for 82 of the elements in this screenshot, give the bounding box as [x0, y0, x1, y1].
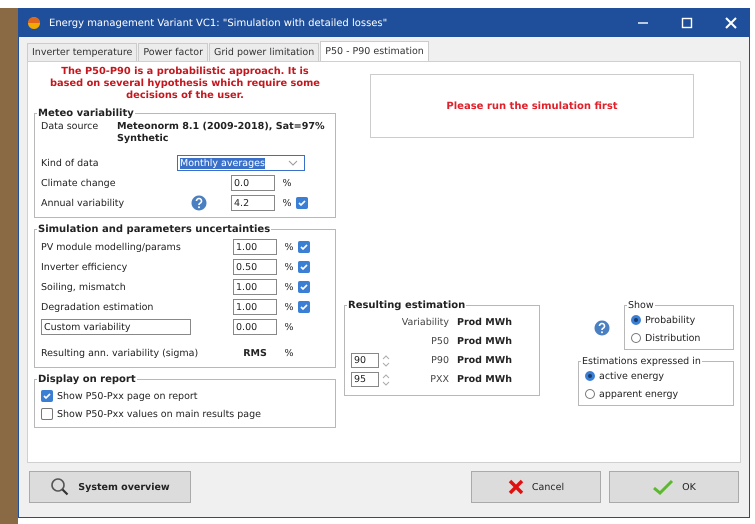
unit-label: %	[283, 302, 295, 312]
group-title: Simulation and parameters uncertainties	[37, 224, 272, 235]
group-title: Display on report	[37, 374, 137, 385]
input-field[interactable]: 1.00	[233, 239, 277, 255]
radio-label: Probability	[645, 314, 696, 326]
radio-button[interactable]	[585, 371, 595, 381]
field-label: Soiling, mismatch	[41, 282, 127, 292]
checkmark-icon	[652, 479, 674, 495]
radio-button[interactable]	[631, 333, 641, 343]
checkbox-label: Show P50-Pxx values on main results page	[57, 408, 261, 420]
spinner-arrows-icon[interactable]	[382, 372, 390, 386]
help-icon[interactable]	[594, 320, 610, 336]
unit-label: %	[283, 242, 295, 252]
tab[interactable]: Power factor	[138, 43, 208, 61]
estimate-value: Prod MWh	[457, 336, 512, 347]
spinner-arrows-icon[interactable]	[382, 354, 390, 368]
field-label: PXX	[429, 374, 449, 385]
input-field[interactable]: 4.2	[231, 195, 275, 211]
unit-label: %	[283, 262, 295, 272]
field-label: Kind of data	[41, 158, 100, 168]
percentile-field[interactable]: 90	[351, 353, 379, 368]
field-label: Variability	[400, 317, 449, 328]
intro-note: The P50-P90 is a probabilistic approach. It is based on several hypothesis which require some decisions of the user.	[49, 66, 321, 102]
field-label: Data source	[41, 121, 100, 132]
unit-label: %	[283, 282, 295, 292]
input-field[interactable]: 0.50	[233, 259, 277, 275]
group-title: Show	[627, 300, 655, 311]
data-source-value: Meteonorm 8.1 (2009-2018), Sat=97%	[117, 121, 325, 133]
radio-label: active energy	[599, 370, 664, 382]
input-field[interactable]: 1.00	[233, 299, 277, 315]
checkbox[interactable]	[298, 261, 310, 273]
group-title: Resulting estimation	[347, 300, 466, 311]
tab[interactable]: Grid power limitation	[208, 43, 320, 61]
tab[interactable]: P50 - P90 estimation	[320, 41, 429, 61]
warning-message: Please run the simulation first	[446, 100, 618, 112]
help-icon[interactable]	[191, 195, 207, 211]
data-source-value: Synthetic	[117, 133, 170, 145]
checkbox-label: Show P50-Pxx page on report	[57, 390, 198, 402]
window-title: Energy management Variant VC1: "Simulation with detailed losses"	[49, 18, 388, 28]
unit-label: %	[281, 198, 293, 208]
radio-button[interactable]	[631, 315, 641, 325]
maximize-icon[interactable]	[681, 17, 693, 29]
ok-button[interactable]: OK	[609, 471, 739, 503]
estimate-value: Prod MWh	[457, 355, 512, 366]
tab[interactable]: Inverter temperature	[27, 43, 138, 61]
field-label: Resulting ann. variability (sigma)	[41, 348, 200, 358]
custom-name-field[interactable]: Custom variability	[41, 319, 191, 335]
field-label: Inverter efficiency	[41, 262, 128, 272]
field-label: P50	[430, 336, 449, 347]
cancel-button[interactable]: Cancel	[471, 471, 601, 503]
radio-button[interactable]	[585, 389, 595, 399]
radio-label: apparent energy	[599, 388, 678, 400]
app-logo-icon	[27, 16, 41, 30]
kind-of-data-dropdown[interactable]: Monthly averages	[177, 155, 305, 171]
input-field[interactable]: 0.0	[231, 175, 275, 191]
unit-label: %	[283, 348, 295, 358]
percentile-field[interactable]: 95	[351, 372, 379, 387]
group-title: Estimations expressed in	[581, 356, 702, 367]
checkbox[interactable]	[41, 390, 53, 402]
unit-label: %	[283, 322, 295, 332]
cross-icon	[508, 479, 524, 495]
checkbox[interactable]	[41, 408, 53, 420]
unit-label: %	[281, 178, 293, 188]
result-value: RMS	[242, 348, 268, 358]
radio-label: Distribution	[645, 332, 700, 344]
field-label: P90	[430, 355, 449, 366]
estimate-value: Prod MWh	[457, 374, 512, 385]
checkbox[interactable]	[298, 241, 310, 253]
close-icon[interactable]	[725, 17, 737, 29]
field-label: Annual variability	[41, 198, 126, 208]
estimate-value: Prod MWh	[457, 317, 512, 328]
field-label: PV module modelling/params	[41, 242, 182, 252]
input-field[interactable]: 1.00	[233, 279, 277, 295]
checkbox[interactable]	[298, 281, 310, 293]
group-title: Meteo variability	[37, 108, 135, 119]
field-label: Degradation estimation	[41, 302, 154, 312]
system-overview-button[interactable]: System overview	[29, 471, 191, 503]
checkbox[interactable]	[298, 301, 310, 313]
input-field[interactable]: 0.00	[233, 319, 277, 335]
field-label: Climate change	[41, 178, 117, 188]
search-icon	[50, 477, 70, 497]
checkbox[interactable]	[296, 197, 308, 209]
